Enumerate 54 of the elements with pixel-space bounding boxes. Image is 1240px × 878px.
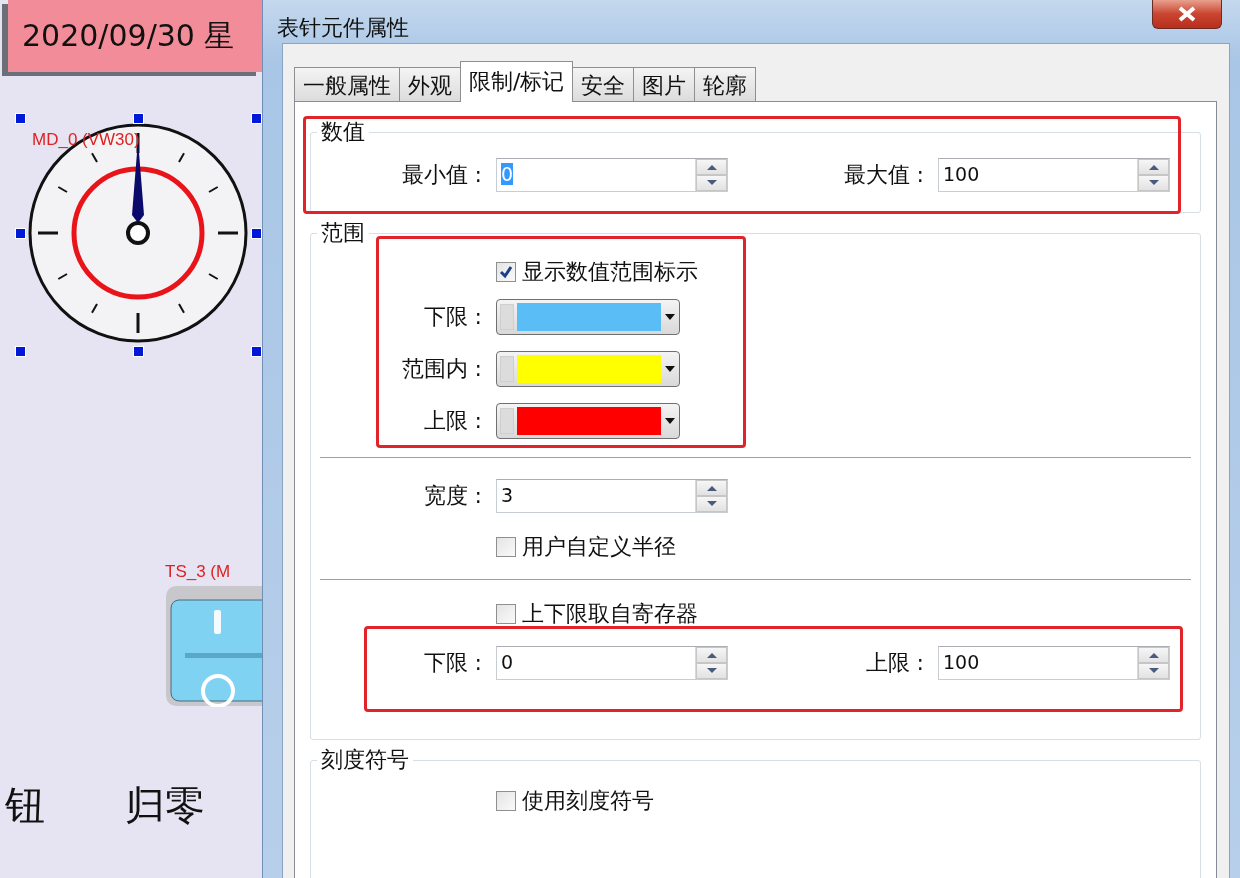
number-field[interactable]: 3: [496, 479, 728, 513]
field-label: 宽度 :: [422, 482, 483, 510]
close-icon: [1177, 6, 1197, 22]
checkbox[interactable]: [496, 604, 516, 624]
field-label: 上限 :: [864, 649, 925, 677]
field-label: 下限 :: [422, 649, 483, 677]
selection-handle[interactable]: [251, 228, 262, 239]
group-title: 刻度符号: [317, 748, 413, 772]
color-dropdown[interactable]: [496, 351, 680, 387]
selection-handle[interactable]: [15, 113, 26, 124]
field-label: 范围内 :: [400, 355, 483, 383]
spinner-icon[interactable]: [1137, 647, 1169, 679]
tab[interactable]: 轮廓: [694, 67, 757, 101]
checkbox-label: 用户自定义半径: [522, 533, 676, 561]
caption-text: 钮: [5, 781, 45, 830]
tab[interactable]: 外观: [399, 67, 461, 101]
color-dropdown[interactable]: [496, 299, 680, 335]
field-label: 最小值 :: [400, 161, 483, 189]
tab[interactable]: 安全: [572, 67, 635, 101]
checkbox[interactable]: [496, 537, 516, 557]
tab[interactable]: 一般属性: [294, 67, 400, 101]
color-dropdown[interactable]: [496, 403, 680, 439]
selection-handle[interactable]: [15, 228, 26, 239]
caption-text: 归零: [125, 781, 205, 830]
checkbox[interactable]: [496, 262, 516, 282]
field-label: 下限 :: [422, 303, 483, 331]
checkbox[interactable]: [496, 791, 516, 811]
number-field[interactable]: 0: [496, 646, 728, 680]
checkbox-label: 显示数值范围标示: [522, 258, 698, 286]
group-title: 数值: [317, 120, 369, 144]
spinner-icon[interactable]: [695, 159, 727, 191]
field-label: 最大值 :: [842, 161, 925, 189]
checkbox-label: 使用刻度符号: [522, 787, 654, 815]
dropdown-arrow-icon: [664, 313, 676, 321]
selection-handle[interactable]: [133, 346, 144, 357]
group-title: 范围: [317, 221, 369, 245]
selection-handle[interactable]: [251, 346, 262, 357]
close-button[interactable]: [1152, 0, 1222, 29]
switch-label: TS_3 (M: [165, 562, 231, 582]
spinner-icon[interactable]: [1137, 159, 1169, 191]
dropdown-arrow-icon: [664, 417, 676, 425]
selection-handle[interactable]: [133, 113, 144, 124]
tab[interactable]: 限制/标记: [460, 61, 574, 102]
number-field[interactable]: 100: [938, 646, 1170, 680]
dropdown-arrow-icon: [664, 365, 676, 373]
selection-handle[interactable]: [251, 113, 262, 124]
field-label: 上限 :: [422, 407, 483, 435]
number-field[interactable]: 100: [938, 158, 1170, 192]
checkbox-label: 上下限取自寄存器: [522, 600, 698, 628]
spinner-icon[interactable]: [695, 647, 727, 679]
window-title: 表针元件属性: [277, 14, 409, 42]
spinner-icon[interactable]: [695, 480, 727, 512]
selection-handle[interactable]: [15, 346, 26, 357]
tab[interactable]: 图片: [633, 67, 696, 101]
